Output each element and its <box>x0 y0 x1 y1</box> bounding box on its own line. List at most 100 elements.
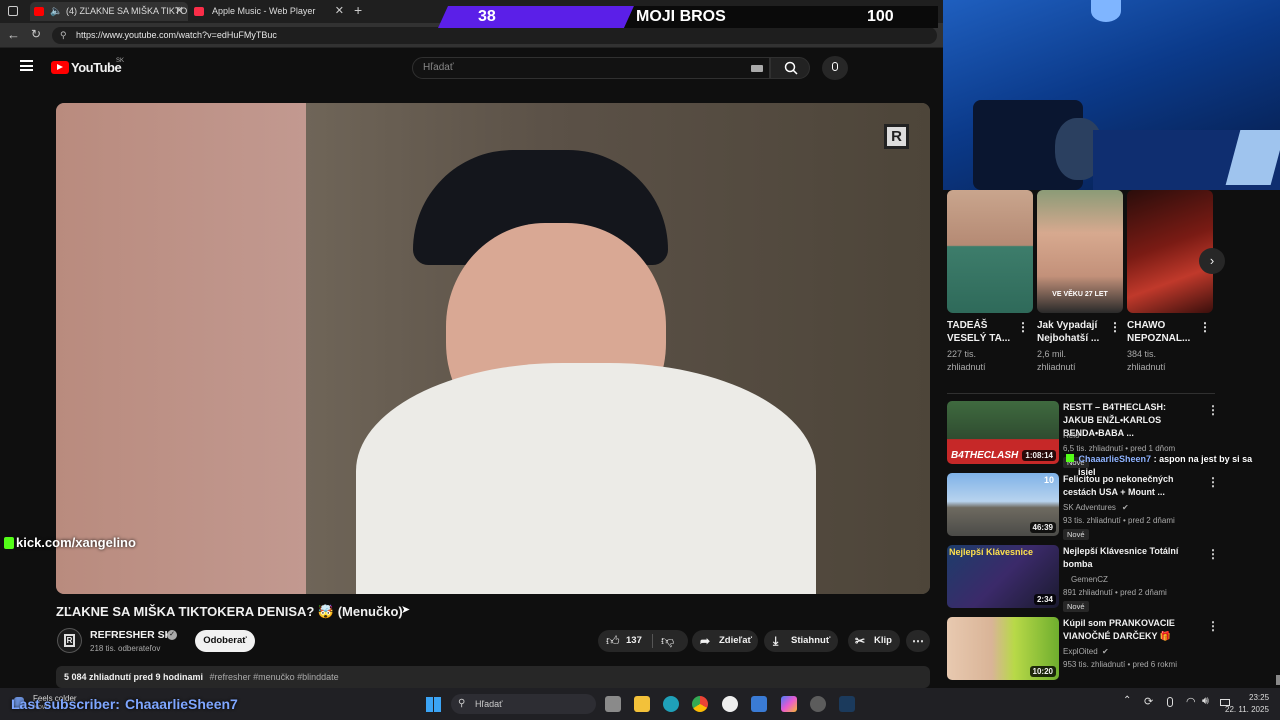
dislike-icon[interactable]: 👎︎ <box>661 633 674 649</box>
like-count[interactable]: 137 <box>626 635 642 646</box>
video-background-wall <box>56 103 306 594</box>
tab-close-icon[interactable]: ✕ <box>175 2 184 21</box>
chat-text-continued: isiel <box>1078 467 1096 477</box>
recommendation-meta: 6,5 tis. zhliadnutí • pred 1 dňom <box>1063 444 1176 453</box>
recommendation-item[interactable]: 10 46:39 Felicitou po nekonečných cestác… <box>947 473 1277 540</box>
chat-badge-icon <box>1066 454 1074 462</box>
recommendation-title[interactable]: RESTT – B4THECLASH: JAKUB ENŽL•KARLOS BE… <box>1063 401 1193 440</box>
subscriber-count: 218 tis. odberateľov <box>90 644 161 653</box>
like-icon[interactable]: 👍︎ <box>606 633 620 649</box>
tray-chevron-icon[interactable]: ⌃ <box>1123 695 1131 706</box>
tab-audio-icon[interactable]: 🔈 <box>50 2 62 21</box>
recommendation-channel[interactable]: GemenCZ <box>1063 575 1108 584</box>
region-label: SK <box>116 58 125 64</box>
kick-icon <box>4 537 14 549</box>
search-button[interactable] <box>770 57 810 79</box>
search-placeholder: Hľadať <box>423 62 454 73</box>
hashtags[interactable]: #refresher #menučko #blinddate <box>210 672 339 682</box>
short-title[interactable]: Jak Vypadají Nejbohatší ... <box>1037 319 1109 345</box>
more-icon[interactable]: ⋮ <box>1017 320 1029 334</box>
new-tab-icon[interactable]: + <box>354 2 362 18</box>
recommendation-item[interactable]: Nejlepší Klávesnice 2:34 Nejlepší Kláves… <box>947 545 1277 612</box>
app-icon[interactable] <box>810 696 826 712</box>
more-icon[interactable]: ⋮ <box>1207 619 1219 633</box>
windows-start-icon[interactable] <box>426 697 441 712</box>
reload-icon[interactable]: ↻ <box>31 27 41 41</box>
short-title[interactable]: TADEÁŠ VESELÝ TA... <box>947 319 1019 345</box>
volume-icon[interactable]: 🔊︎ <box>1202 695 1209 708</box>
recommendation-meta: 891 zhliadnutí • pred 2 dňami <box>1063 588 1167 597</box>
short-thumbnail[interactable] <box>947 190 1033 313</box>
voice-search-button[interactable] <box>822 56 848 80</box>
subscribe-button[interactable]: Odoberať <box>195 630 255 652</box>
last-subscriber-name: ChaaarlieSheen7 <box>125 696 238 712</box>
recommendation-thumbnail[interactable]: 10:20 <box>947 617 1059 680</box>
search-input[interactable]: Hľadať <box>412 57 770 79</box>
wifi-icon[interactable]: ◠ <box>1186 695 1196 708</box>
share-label: Zdieľať <box>719 635 753 646</box>
short-card[interactable]: TADEÁŠ VESELÝ TA... 227 tis. zhliadnutí … <box>947 190 1033 374</box>
view-count-date: 5 084 zhliadnutí pred 9 hodinami <box>64 672 204 682</box>
more-actions-button[interactable]: ⋯ <box>906 630 930 652</box>
sync-icon[interactable]: ⟳ <box>1144 695 1153 708</box>
recommendation-thumbnail[interactable]: B4THECLASH 1:08:14 <box>947 401 1059 464</box>
chevron-right-icon: › <box>1209 253 1215 268</box>
search-icon <box>784 61 798 75</box>
recommendation-title[interactable]: Kúpil som PRANKOVACIE VIANOČNÉ DARČEKY 🎁 <box>1063 617 1193 643</box>
tab-apple-music[interactable]: Apple Music - Web Player ✕ <box>190 2 348 21</box>
recommendation-channel[interactable]: ExplOited <box>1063 647 1098 656</box>
short-card[interactable]: VE VĚKU 27 LET Jak Vypadají Nejbohatší .… <box>1037 190 1123 374</box>
channel-name[interactable]: REFRESHER SK <box>90 629 172 641</box>
description-box[interactable]: 5 084 zhliadnutí pred 9 hodinami #refres… <box>56 666 930 688</box>
store-icon[interactable] <box>751 696 767 712</box>
new-badge: Nové <box>1063 601 1089 612</box>
clip-button[interactable]: ✂ Klip <box>848 630 900 652</box>
clock-date[interactable]: 22. 11. 2025 <box>1225 705 1269 714</box>
recommendation-thumbnail[interactable]: 10 46:39 <box>947 473 1059 536</box>
tab-close-icon[interactable]: ✕ <box>335 2 344 21</box>
clock-time[interactable]: 23:25 <box>1249 693 1269 702</box>
tab-actions-icon[interactable] <box>8 6 18 16</box>
clock-app-icon[interactable] <box>722 696 738 712</box>
duration-badge: 2:34 <box>1033 594 1056 605</box>
recommendation-channel[interactable]: SK Adventures <box>1063 503 1116 512</box>
webcam-lamp <box>1091 0 1121 22</box>
short-card[interactable]: CHAWO NEPOZNAL... 384 tis. zhliadnutí ⋮ <box>1127 190 1213 374</box>
more-icon[interactable]: ⋮ <box>1199 320 1211 334</box>
download-button[interactable]: ⤓ Stiahnuť <box>764 630 838 652</box>
recommendation-thumbnail[interactable]: Nejlepší Klávesnice 2:34 <box>947 545 1059 608</box>
file-explorer-icon[interactable] <box>634 696 650 712</box>
short-thumbnail[interactable]: VE VĚKU 27 LET <box>1037 190 1123 313</box>
keyboard-icon[interactable] <box>751 65 763 72</box>
short-views: 2,6 mil. zhliadnutí <box>1037 349 1076 372</box>
video-player[interactable]: R <box>56 103 930 594</box>
back-icon[interactable]: ← <box>7 27 20 42</box>
microphone-icon[interactable] <box>1167 697 1173 707</box>
short-thumbnail[interactable] <box>1127 190 1213 313</box>
more-icon[interactable]: ⋮ <box>1207 403 1219 417</box>
scrollbar[interactable] <box>1276 675 1280 685</box>
edge-icon[interactable] <box>663 696 679 712</box>
steam-icon[interactable] <box>839 696 855 712</box>
shorts-next-button[interactable]: › <box>1199 248 1225 274</box>
task-view-icon[interactable] <box>605 696 621 712</box>
divider <box>947 393 1215 394</box>
short-title[interactable]: CHAWO NEPOZNAL... <box>1127 319 1199 345</box>
score-right: 100 <box>867 8 894 25</box>
taskbar-search-input[interactable]: ⚲ Hľadať <box>451 694 596 714</box>
copilot-icon[interactable] <box>781 696 797 712</box>
more-icon[interactable]: ⋮ <box>1109 320 1121 334</box>
more-icon[interactable]: ⋮ <box>1207 547 1219 561</box>
tab-youtube[interactable]: 🔈 (4) ZĽAKNE SA MIŠKA TIKTOKERA ✕ <box>30 2 188 21</box>
share-button[interactable]: ➦ Zdieľať <box>692 630 758 652</box>
recommendation-item[interactable]: 10:20 Kúpil som PRANKOVACIE VIANOČNÉ DAR… <box>947 617 1277 681</box>
youtube-logo-text[interactable]: YouTube <box>71 60 122 75</box>
score-left: 38 <box>478 8 496 25</box>
chrome-icon[interactable] <box>692 696 708 712</box>
channel-avatar[interactable]: R <box>57 628 82 653</box>
site-info-icon[interactable]: ⚲ <box>60 27 67 44</box>
recommendation-title[interactable]: Nejlepší Klávesnice Totální bomba <box>1063 545 1193 571</box>
recommendation-channel[interactable]: Relo <box>1063 431 1079 440</box>
url-text: https://www.youtube.com/watch?v=edHuFMyT… <box>76 30 277 40</box>
mouse-cursor-icon: ➤ <box>401 604 411 616</box>
